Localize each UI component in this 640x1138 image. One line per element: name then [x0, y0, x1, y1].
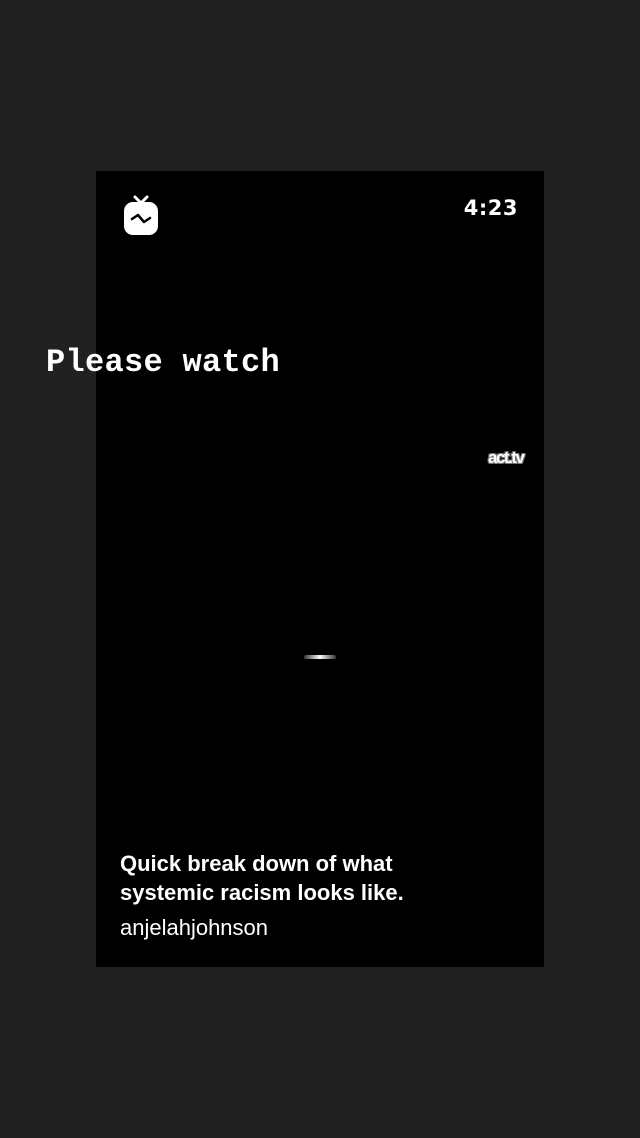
- channel-watermark: act.tv: [488, 448, 525, 467]
- caption-line-1: Quick break down of what: [120, 851, 393, 876]
- caption-line-2: systemic racism looks like.: [120, 880, 404, 905]
- igtv-icon: [123, 193, 159, 237]
- story-text-overlay: Please watch: [46, 344, 281, 381]
- video-caption: Quick break down of what systemic racism…: [120, 849, 520, 907]
- author-username[interactable]: anjelahjohnson: [120, 915, 268, 941]
- igtv-video-card[interactable]: 4:23 act.tv Quick break down of what sys…: [96, 171, 544, 967]
- video-duration: 4:23: [463, 196, 518, 220]
- loading-indicator: [304, 655, 336, 659]
